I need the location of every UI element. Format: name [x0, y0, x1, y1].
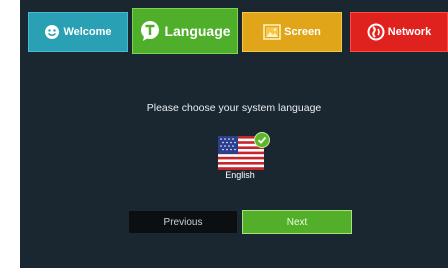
setup-screen: Welcome Language Screen Network Please c…	[20, 0, 448, 268]
tab-network-label: Network	[387, 26, 432, 38]
tab-screen-label: Screen	[284, 26, 321, 38]
tab-language-label: Language	[164, 23, 231, 39]
tab-language[interactable]: Language	[132, 8, 238, 54]
picture-icon	[263, 24, 281, 40]
tab-screen[interactable]: Screen	[242, 12, 342, 52]
previous-button[interactable]: Previous	[128, 210, 238, 234]
t-bubble-icon	[139, 20, 161, 42]
tab-welcome[interactable]: Welcome	[28, 12, 128, 52]
smiley-icon	[44, 24, 60, 40]
tab-welcome-label: Welcome	[63, 26, 112, 38]
next-button[interactable]: Next	[242, 210, 352, 234]
language-prompt: Please choose your system language	[146, 102, 322, 114]
selected-check-icon	[254, 132, 270, 148]
language-option-label: English	[225, 170, 255, 180]
tab-network[interactable]: Network	[350, 12, 448, 52]
globe-icon	[367, 23, 385, 41]
